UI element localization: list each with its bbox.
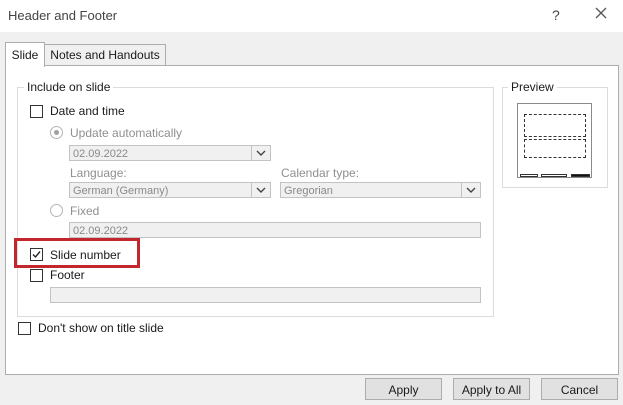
calendar-type-dropdown[interactable]: Gregorian	[280, 182, 481, 198]
date-time-label: Date and time	[50, 104, 125, 118]
calendar-type-value: Gregorian	[284, 185, 333, 197]
date-time-checkbox[interactable]	[30, 105, 43, 118]
language-label: Language:	[70, 166, 127, 180]
calendar-type-label: Calendar type:	[281, 166, 360, 180]
include-on-slide-group	[17, 87, 494, 317]
update-automatically-radio[interactable]	[50, 126, 63, 139]
cancel-button[interactable]: Cancel	[541, 378, 618, 400]
include-group-label: Include on slide	[24, 80, 114, 94]
close-icon[interactable]	[594, 6, 608, 20]
footer-label: Footer	[50, 268, 85, 282]
footer-placeholder	[541, 174, 567, 177]
dont-show-on-title-checkbox[interactable]	[18, 322, 31, 335]
chevron-down-icon[interactable]	[251, 146, 270, 160]
tab-slide[interactable]: Slide	[5, 42, 45, 67]
help-icon[interactable]: ?	[552, 7, 560, 23]
date-format-value: 02.09.2022	[73, 148, 129, 160]
date-format-dropdown[interactable]: 02.09.2022	[69, 145, 271, 161]
checkmark-icon	[32, 251, 41, 259]
chevron-down-icon[interactable]	[251, 183, 270, 197]
footer-input[interactable]	[50, 287, 481, 303]
update-automatically-label: Update automatically	[70, 126, 183, 140]
slide-number-placeholder	[571, 174, 590, 177]
preview-thumbnail	[517, 103, 592, 178]
language-dropdown[interactable]: German (Germany)	[69, 182, 271, 198]
fixed-radio[interactable]	[50, 204, 63, 217]
fixed-label: Fixed	[70, 204, 100, 218]
slide-number-checkbox[interactable]	[30, 248, 43, 261]
title-placeholder	[524, 114, 586, 137]
slide-number-label: Slide number	[50, 248, 121, 262]
apply-to-all-button[interactable]: Apply to All	[453, 378, 530, 400]
language-value: German (Germany)	[73, 185, 169, 197]
footer-checkbox[interactable]	[30, 269, 43, 282]
apply-button[interactable]: Apply	[365, 378, 442, 400]
content-placeholder	[524, 139, 586, 158]
date-placeholder	[520, 174, 538, 177]
window-title: Header and Footer	[8, 8, 118, 23]
preview-label: Preview	[508, 80, 557, 94]
chevron-down-icon[interactable]	[461, 183, 480, 197]
fixed-date-input[interactable]: 02.09.2022	[69, 222, 481, 238]
dont-show-on-title-label: Don't show on title slide	[38, 321, 164, 335]
tab-notes-and-handouts[interactable]: Notes and Handouts	[44, 44, 166, 66]
